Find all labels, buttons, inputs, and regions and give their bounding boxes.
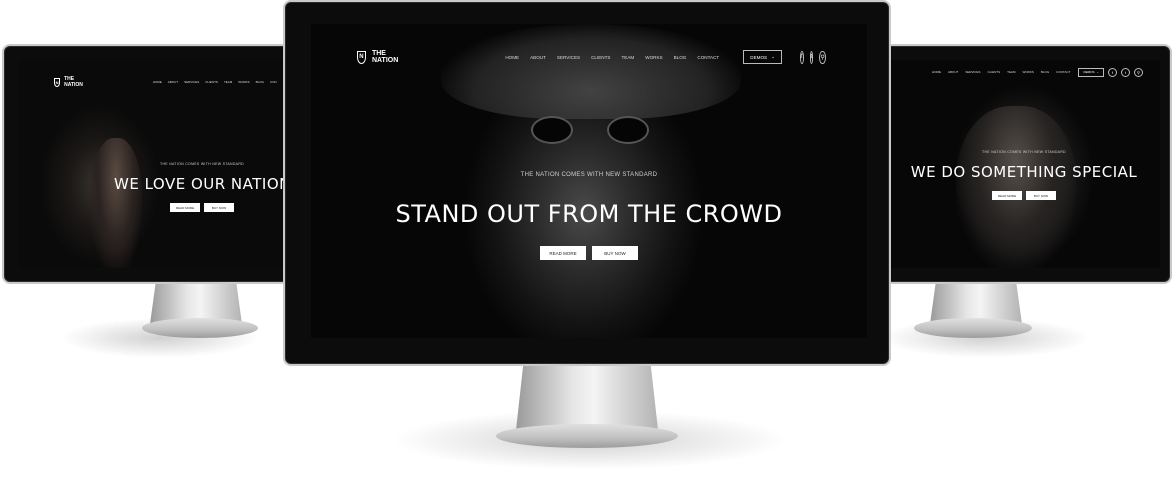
- center-menu-home[interactable]: HOME: [505, 55, 519, 60]
- right-buy-now-button[interactable]: BUY NOW: [1026, 191, 1056, 200]
- left-read-more-button[interactable]: READ MORE: [170, 203, 200, 212]
- left-menu-clients[interactable]: CLIENTS: [205, 80, 218, 84]
- left-logo-text: THE NATION: [64, 76, 83, 88]
- right-nav: HOME ABOUT SERVICES CLIENTS TEAM WORKS B…: [888, 66, 1160, 78]
- right-kicker: THE NATION COMES WITH NEW STANDARD: [982, 150, 1066, 154]
- search-icon[interactable]: ⚲: [819, 50, 826, 64]
- left-monitor-base: [142, 318, 258, 338]
- center-nav: N THE NATION HOME ABOUT SERVICES CLIENTS…: [311, 48, 867, 66]
- left-menu-services[interactable]: SERVICES: [184, 80, 199, 84]
- right-menu-team[interactable]: TEAM: [1007, 70, 1015, 74]
- center-demos-label: DEMOS: [750, 54, 768, 60]
- search-icon[interactable]: ⚲: [1133, 67, 1143, 77]
- right-lens: [607, 116, 649, 144]
- center-hero-text: THE NATION COMES WITH NEW STANDARD STAND…: [311, 172, 867, 260]
- chevron-down-icon: ⌄: [1096, 70, 1099, 74]
- right-screen: HOME ABOUT SERVICES CLIENTS TEAM WORKS B…: [888, 60, 1160, 268]
- center-headline: STAND OUT FROM THE CROWD: [395, 200, 783, 228]
- center-logo-text: THE NATION: [371, 50, 399, 64]
- twitter-icon[interactable]: t: [809, 50, 814, 64]
- facebook-icon[interactable]: f: [799, 50, 804, 64]
- center-menu-works[interactable]: WORKS: [645, 55, 662, 60]
- left-screen: N THE NATION HOME ABOUT SERVICES CLIENTS…: [18, 60, 290, 268]
- right-monitor: HOME ABOUT SERVICES CLIENTS TEAM WORKS B…: [872, 44, 1172, 284]
- left-menu-works[interactable]: WORKS: [238, 80, 249, 84]
- right-menu-home[interactable]: HOME: [932, 70, 941, 74]
- left-menu: HOME ABOUT SERVICES CLIENTS TEAM WORKS B…: [153, 80, 277, 84]
- right-menu-blog[interactable]: BLOG: [1041, 70, 1049, 74]
- left-logo[interactable]: N THE NATION: [54, 76, 85, 88]
- right-read-more-button[interactable]: READ MORE: [992, 191, 1022, 200]
- shield-logo-icon: N: [357, 50, 366, 64]
- center-menu-services[interactable]: SERVICES: [557, 55, 580, 60]
- center-menu-blog[interactable]: BLOG: [674, 55, 687, 60]
- center-menu-contact[interactable]: CONTACT: [697, 55, 719, 60]
- center-monitor: N THE NATION HOME ABOUT SERVICES CLIENTS…: [283, 0, 891, 366]
- center-hero-hat: [441, 24, 741, 119]
- left-kicker: THE NATION COMES WITH NEW STANDARD: [160, 162, 244, 166]
- chevron-down-icon: ⌄: [771, 54, 775, 59]
- right-hero-buttons: READ MORE BUY NOW: [888, 191, 1160, 200]
- left-monitor: N THE NATION HOME ABOUT SERVICES CLIENTS…: [2, 44, 302, 284]
- left-hero-text: THE NATION COMES WITH NEW STANDARD WE LO…: [18, 162, 290, 212]
- center-monitor-base: [496, 424, 678, 448]
- right-menu-contact[interactable]: CONTACT: [1056, 70, 1070, 74]
- right-menu: HOME ABOUT SERVICES CLIENTS TEAM WORKS B…: [932, 70, 1070, 74]
- center-demos-dropdown[interactable]: DEMOS ⌄: [743, 50, 782, 64]
- center-buy-now-button[interactable]: BUY NOW: [592, 246, 638, 260]
- left-menu-home[interactable]: HOME: [153, 80, 162, 84]
- left-menu-team[interactable]: TEAM: [224, 80, 232, 84]
- left-menu-about[interactable]: ABOUT: [168, 80, 178, 84]
- right-demos-dropdown[interactable]: DEMOS ⌄: [1078, 67, 1104, 77]
- right-menu-works[interactable]: WORKS: [1022, 70, 1033, 74]
- right-monitor-base: [914, 318, 1032, 338]
- center-hero-buttons: READ MORE BUY NOW: [311, 246, 867, 260]
- left-lens: [531, 116, 573, 144]
- left-hero-buttons: READ MORE BUY NOW: [114, 203, 290, 212]
- center-kicker: THE NATION COMES WITH NEW STANDARD: [520, 172, 658, 178]
- right-demos-label: DEMOS: [1083, 70, 1095, 74]
- facebook-icon[interactable]: f: [1107, 67, 1117, 77]
- left-menu-contact[interactable]: CON: [270, 80, 277, 84]
- right-hero-text: THE NATION COMES WITH NEW STANDARD WE DO…: [888, 150, 1160, 200]
- center-monitor-neck: [516, 366, 658, 430]
- center-screen: N THE NATION HOME ABOUT SERVICES CLIENTS…: [311, 24, 867, 338]
- right-menu-clients[interactable]: CLIENTS: [987, 70, 1000, 74]
- showcase-stage: N THE NATION HOME ABOUT SERVICES CLIENTS…: [0, 0, 1173, 486]
- left-buy-now-button[interactable]: BUY NOW: [204, 203, 234, 212]
- left-nav: N THE NATION HOME ABOUT SERVICES CLIENTS…: [18, 76, 290, 88]
- center-logo[interactable]: N THE NATION: [357, 50, 401, 64]
- center-menu-about[interactable]: ABOUT: [530, 55, 546, 60]
- shield-logo-icon: N: [54, 77, 61, 87]
- center-menu-clients[interactable]: CLIENTS: [591, 55, 610, 60]
- center-read-more-button[interactable]: READ MORE: [540, 246, 586, 260]
- left-headline: WE LOVE OUR NATION: [114, 175, 290, 193]
- right-menu-services[interactable]: SERVICES: [965, 70, 980, 74]
- center-menu-team[interactable]: TEAM: [621, 55, 634, 60]
- right-menu-about[interactable]: ABOUT: [948, 70, 958, 74]
- left-menu-blog[interactable]: BLOG: [256, 80, 264, 84]
- center-hero-sunglasses: [531, 116, 649, 144]
- twitter-icon[interactable]: t: [1120, 67, 1130, 77]
- center-menu: HOME ABOUT SERVICES CLIENTS TEAM WORKS B…: [505, 55, 719, 60]
- right-headline: WE DO SOMETHING SPECIAL: [910, 163, 1138, 181]
